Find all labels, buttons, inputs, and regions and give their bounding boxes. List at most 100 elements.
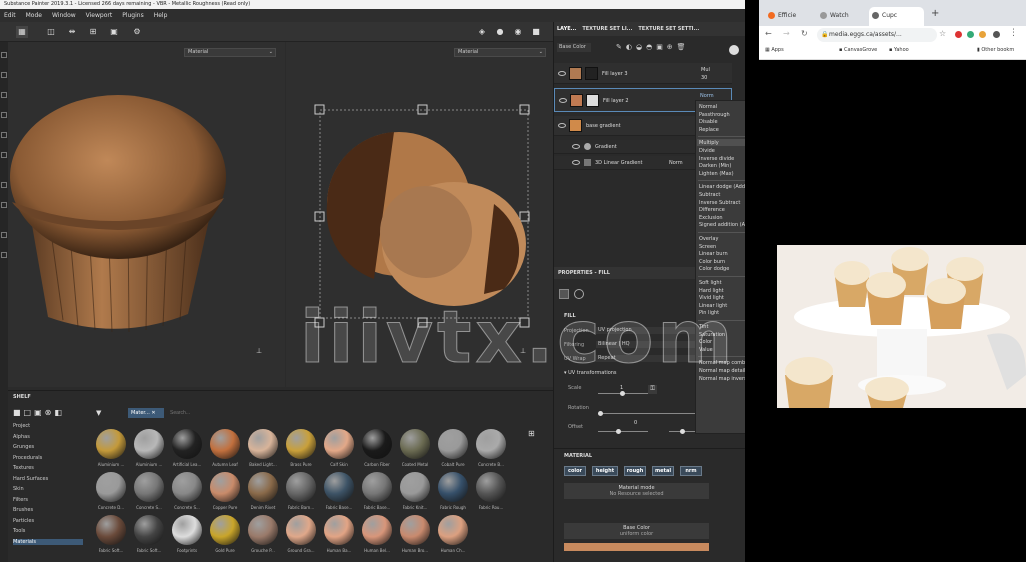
material-preview-ball[interactable] — [248, 515, 278, 545]
material-preview-ball[interactable] — [476, 472, 506, 502]
blend-mode-option[interactable]: Signed addition (AddSub) — [699, 222, 745, 228]
material-preview-ball[interactable] — [362, 515, 392, 545]
extension-icon[interactable] — [967, 31, 974, 38]
shelf-category-skin[interactable]: Skin — [13, 486, 83, 492]
bookmark-apps[interactable]: ▦ Apps — [765, 47, 784, 53]
material-preview-ball[interactable] — [134, 472, 164, 502]
material-preview-ball[interactable] — [210, 472, 240, 502]
brush-tool-icon[interactable] — [1, 52, 7, 58]
material-filter-chip[interactable]: Mater... ✕ — [128, 408, 164, 418]
material-preview-ball[interactable] — [248, 472, 278, 502]
material-preview-ball[interactable] — [210, 515, 240, 545]
smudge-tool-icon[interactable] — [1, 132, 7, 138]
tab-layers[interactable]: LAYE... — [554, 26, 579, 32]
geometry-fill-icon[interactable] — [1, 112, 7, 118]
menu-help[interactable]: Help — [154, 12, 168, 19]
visibility-eye-icon[interactable] — [559, 98, 567, 103]
menu-plugins[interactable]: Plugins — [122, 12, 144, 19]
material-preview-ball[interactable] — [134, 515, 164, 545]
blend-mode-option[interactable]: Soft light — [699, 280, 722, 286]
bookmark-canvasgrove[interactable]: ▪ CanvasGrove — [839, 47, 877, 53]
screenshot-icon[interactable]: ◉ — [512, 26, 524, 38]
blend-mode-option[interactable]: Normal — [699, 104, 717, 110]
reload-icon[interactable]: ↻ — [801, 29, 808, 38]
shelf-category-hard-surfaces[interactable]: Hard Surfaces — [13, 476, 83, 482]
shelf-category-textures[interactable]: Textures — [13, 465, 83, 471]
layer-blend-mode[interactable]: Norm — [669, 160, 683, 166]
blend-mode-option[interactable]: Multiply — [699, 140, 719, 146]
material-mode-select[interactable]: Material mode No Resource selected — [564, 483, 709, 499]
blend-mode-option[interactable]: Exclusion — [699, 215, 723, 221]
eraser-tool-icon[interactable] — [1, 72, 7, 78]
camera-icon[interactable]: ◈ — [476, 26, 488, 38]
material-preview-ball[interactable] — [400, 472, 430, 502]
blend-mode-option[interactable]: Lighten (Max) — [699, 171, 734, 177]
shelf-category-grunges[interactable]: Grunges — [13, 444, 83, 450]
profile-avatar[interactable] — [993, 31, 1000, 38]
material-preview-ball[interactable] — [362, 472, 392, 502]
material-preview-ball[interactable] — [172, 515, 202, 545]
blend-mode-option[interactable]: Inverse Subtract — [699, 200, 740, 206]
viewport-2d-channel-select[interactable]: Material ⌄ — [454, 48, 546, 57]
video-icon[interactable]: ■ — [530, 26, 542, 38]
bookmark-star-icon[interactable]: ☆ — [939, 29, 946, 38]
filter-icon[interactable]: ▼ — [96, 409, 101, 417]
shelf-category-tools[interactable]: Tools — [13, 528, 83, 534]
shelf-category-alphas[interactable]: Alphas — [13, 434, 83, 440]
material-preview-ball[interactable] — [134, 429, 164, 459]
offset-v-knob[interactable] — [680, 429, 685, 434]
blend-mode-option[interactable]: Linear dodge (Add) — [699, 184, 745, 190]
split-view-icon[interactable]: ◫ — [45, 26, 57, 38]
blend-mode-option[interactable]: Difference — [699, 207, 725, 213]
viewport-3d-channel-select[interactable]: Material ⌄ — [184, 48, 276, 57]
offset-u-slider[interactable] — [598, 431, 648, 432]
address-bar[interactable]: 🔒 media.eggs.ca/assets/... — [817, 28, 937, 42]
blend-mode-option[interactable]: Color burn — [699, 259, 725, 265]
material-preview-ball[interactable] — [324, 472, 354, 502]
blend-mode-option[interactable]: Disable — [699, 119, 718, 125]
material-preview-ball[interactable] — [172, 429, 202, 459]
channel-height-toggle[interactable]: height — [592, 466, 618, 476]
grid-icon[interactable]: ▦ — [16, 26, 28, 38]
new-tab-button[interactable]: + — [931, 8, 939, 19]
blend-mode-option[interactable]: Linear burn — [699, 251, 728, 257]
forward-icon[interactable]: → — [783, 29, 790, 38]
layer-tool-icons[interactable]: ✎◐◒◓▣⊕🗑 — [616, 43, 734, 52]
menu-mode[interactable]: Mode — [26, 12, 42, 19]
symmetry-icon[interactable]: ⇹ — [66, 26, 78, 38]
grid-view-icon[interactable]: ⊞ — [528, 429, 535, 438]
material-preview-ball[interactable] — [324, 429, 354, 459]
display-settings-icon[interactable] — [1, 232, 7, 238]
picker-tool-icon[interactable] — [1, 182, 7, 188]
blend-mode-option[interactable]: Hard light — [699, 288, 724, 294]
shelf-category-materials[interactable]: Materials — [13, 538, 83, 545]
visibility-eye-icon[interactable] — [572, 160, 580, 165]
shelf-search-input[interactable] — [170, 408, 270, 418]
shelf-category-brushes[interactable]: Brushes — [13, 507, 83, 513]
material-preview-ball[interactable] — [324, 515, 354, 545]
material-preview-ball[interactable] — [438, 429, 468, 459]
material-preview-ball[interactable] — [96, 429, 126, 459]
shader-settings-icon[interactable] — [1, 252, 7, 258]
material-preview-ball[interactable] — [96, 515, 126, 545]
browser-tab-active[interactable]: Cupc — [869, 7, 924, 26]
material-preview-ball[interactable] — [286, 472, 316, 502]
menu-edit[interactable]: Edit — [4, 12, 16, 19]
material-preview-ball[interactable] — [286, 515, 316, 545]
material-preview-ball[interactable] — [96, 472, 126, 502]
blend-mode-option[interactable]: Passthrough — [699, 112, 730, 118]
material-preview-ball[interactable] — [286, 429, 316, 459]
channel-nrm-toggle[interactable]: nrm — [680, 466, 702, 476]
material-preview-ball[interactable] — [210, 429, 240, 459]
bookmark-yahoo[interactable]: ▪ Yahoo — [889, 47, 909, 53]
rotation-slider-knob[interactable] — [598, 411, 603, 416]
blend-mode-option[interactable]: Overlay — [699, 236, 718, 242]
frame-icon[interactable]: ▣ — [108, 26, 120, 38]
shelf-category-project[interactable]: Project — [13, 423, 83, 429]
visibility-eye-icon[interactable] — [558, 71, 566, 76]
shelf-category-particles[interactable]: Particles — [13, 518, 83, 524]
shelf-toolbar-icons[interactable]: ■□▣⊗◧ — [13, 408, 65, 417]
clone-tool-icon[interactable] — [1, 152, 7, 158]
blend-mode-option[interactable]: Replace — [699, 127, 719, 133]
layer-row[interactable]: Fill layer 3 Mul 30 — [554, 63, 732, 84]
